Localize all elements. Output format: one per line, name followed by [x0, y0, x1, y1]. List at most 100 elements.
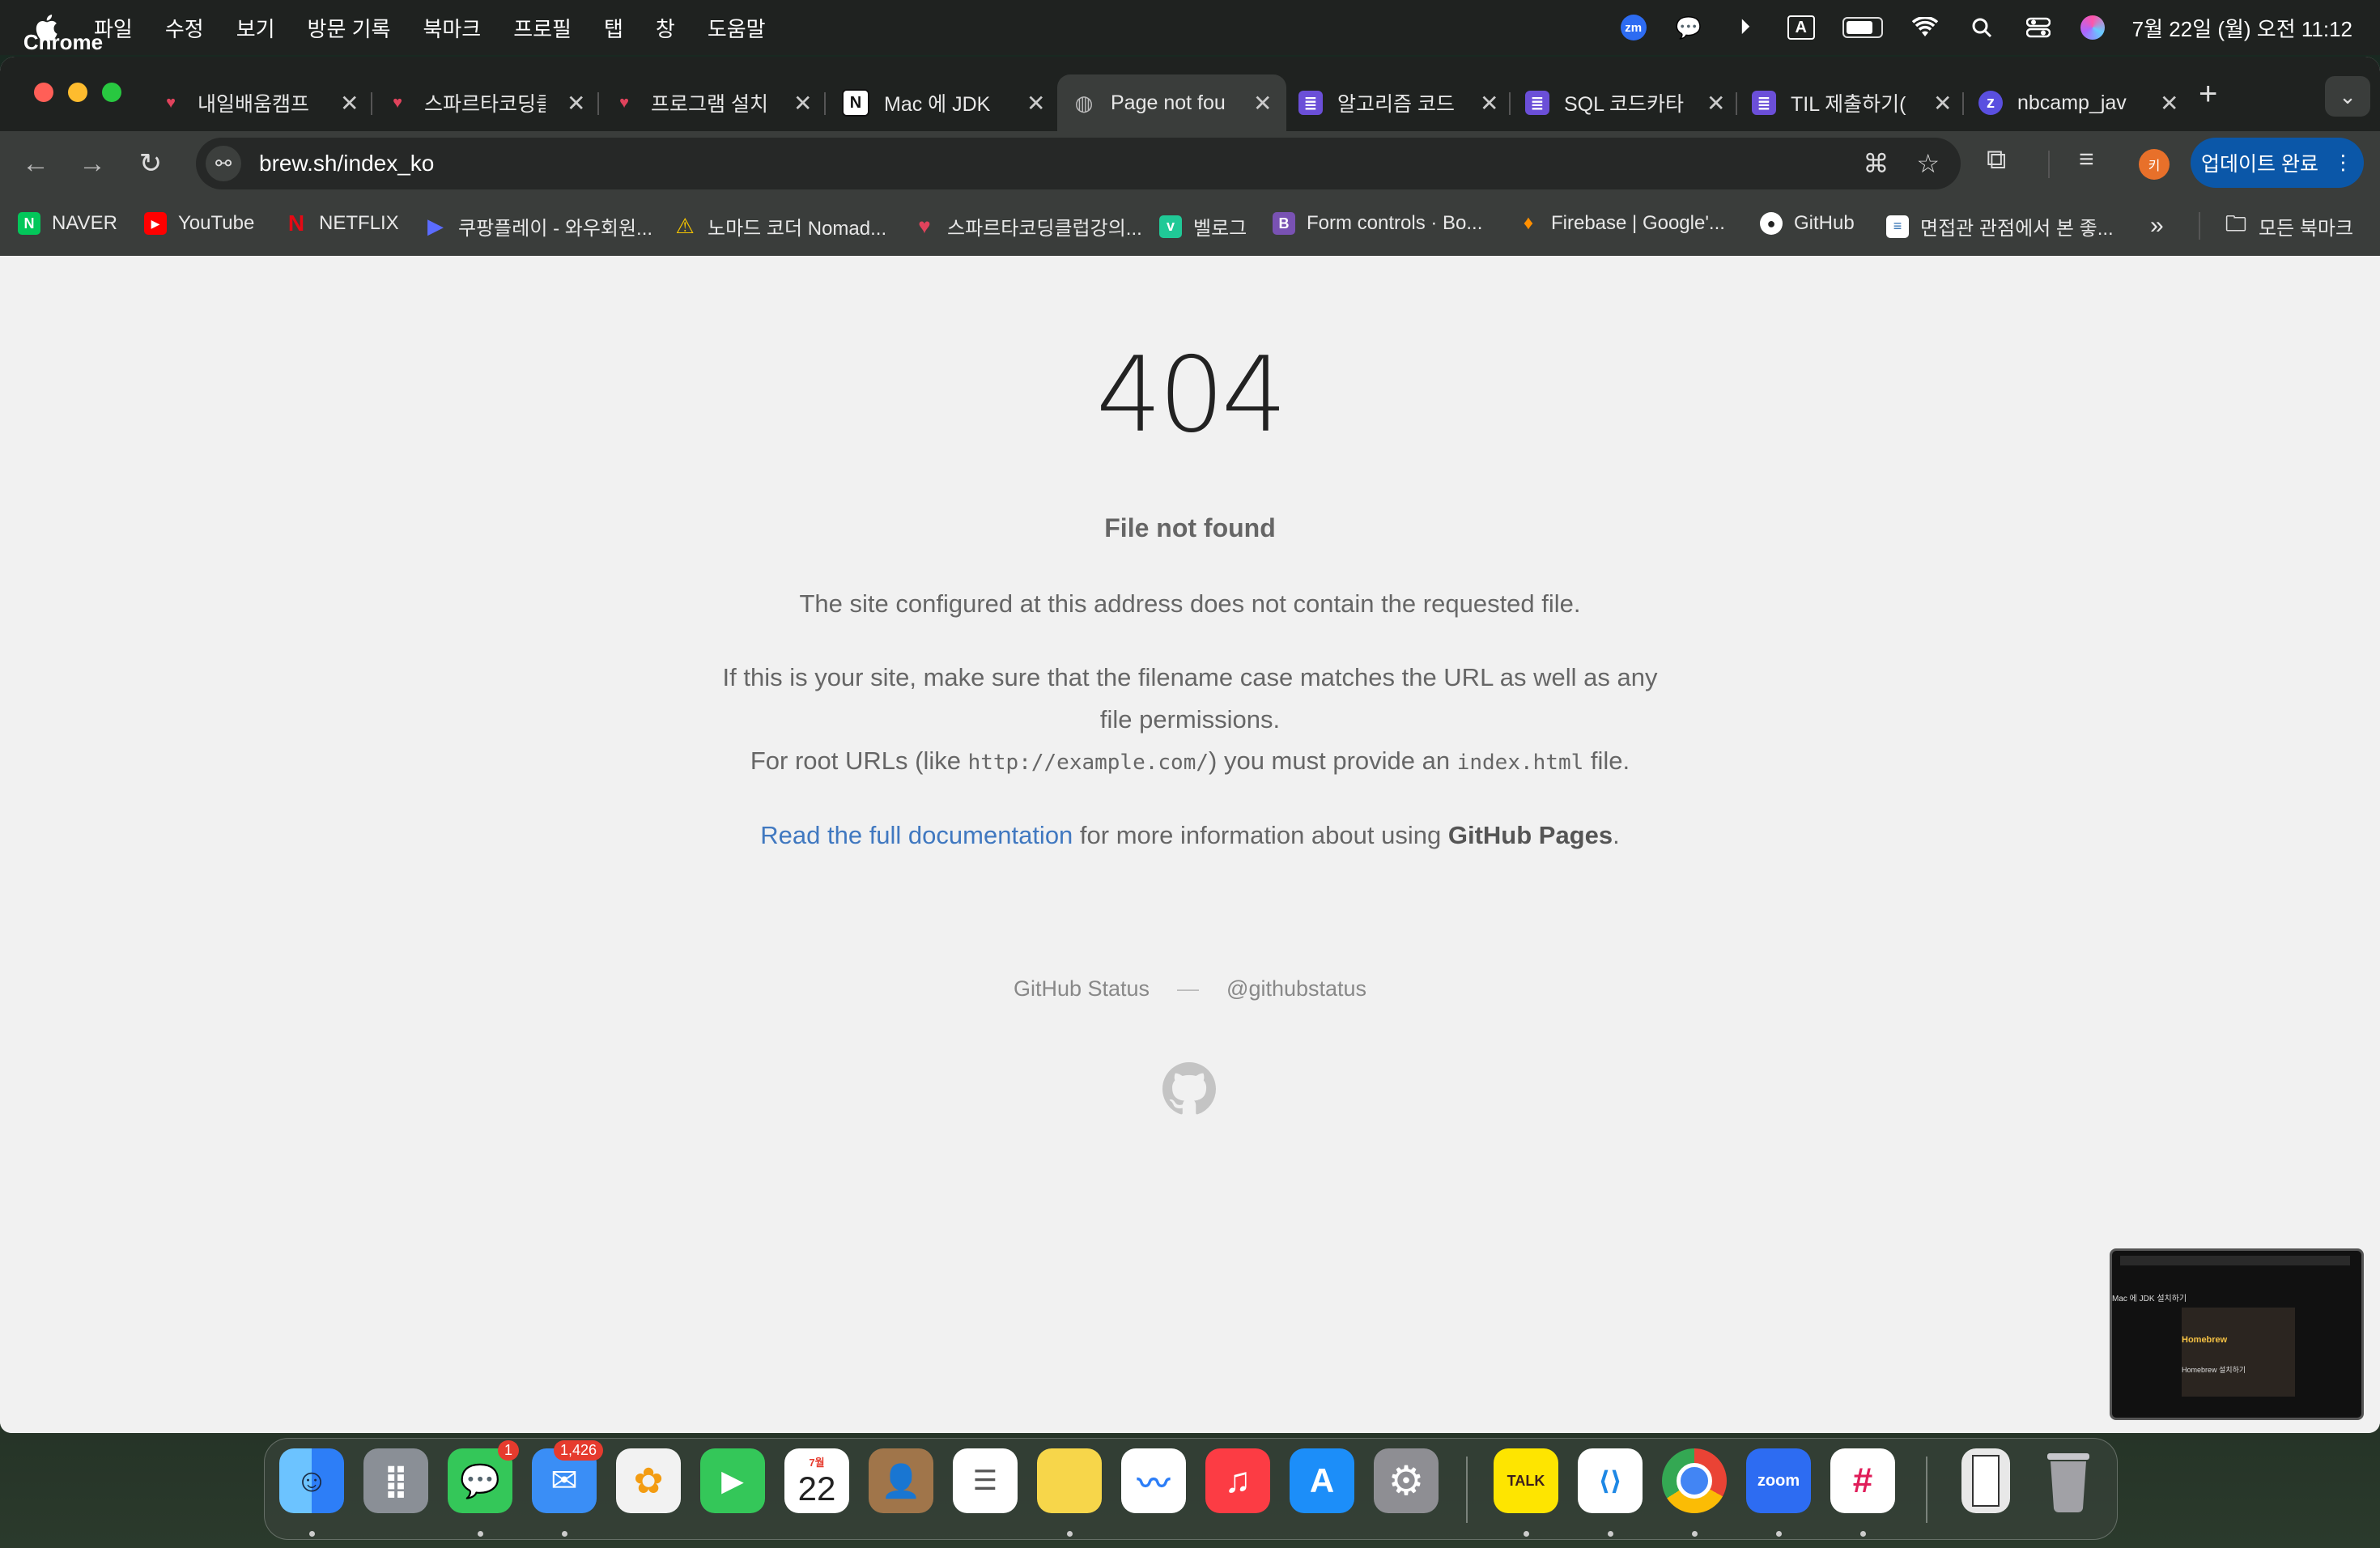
bookmark-nomadcoders[interactable]: ⚠ 노마드 코더 Nomad...	[674, 212, 886, 240]
reload-icon[interactable]: ↻	[130, 142, 172, 185]
bookmark-naver[interactable]: N NAVER	[18, 212, 117, 235]
back-arrow-icon[interactable]: ←	[15, 142, 57, 185]
bookmark-interview[interactable]: ≡ 면접관 관점에서 본 좋...	[1886, 212, 2114, 240]
notes-icon[interactable]	[1037, 1448, 1102, 1513]
documentation-link[interactable]: Read the full documentation	[760, 821, 1073, 849]
bookmark-bootstrap[interactable]: B Form controls · Bo...	[1273, 212, 1482, 235]
minimize-window-button[interactable]	[68, 83, 87, 102]
menu-history[interactable]: 방문 기록	[308, 13, 391, 43]
tab-close-icon[interactable]: ✕	[1253, 90, 1272, 117]
folder-icon: 🗀	[2225, 211, 2246, 236]
tab-item-active[interactable]: ◍ Page not fou ✕	[1057, 74, 1287, 131]
menu-clock[interactable]: 7월 22일 (월) 오전 11:12	[2132, 13, 2352, 43]
chat-status-icon[interactable]: 💬	[1674, 13, 1703, 42]
address-url[interactable]: brew.sh/index_ko	[259, 151, 434, 176]
tab-close-icon[interactable]: ✕	[340, 90, 359, 117]
menu-bookmarks[interactable]: 북마크	[423, 13, 481, 43]
tab-item[interactable]: N Mac 에 JDK ✕	[842, 74, 1045, 131]
address-bar[interactable]: ⚯ brew.sh/index_ko ⌘ ☆	[196, 138, 1961, 189]
bookmark-firebase[interactable]: ♦ Firebase | Google'...	[1517, 212, 1725, 235]
freeform-icon[interactable]: 〰	[1121, 1448, 1186, 1513]
bookmark-velog[interactable]: v 벨로그	[1159, 212, 1247, 240]
menu-tab[interactable]: 탭	[604, 13, 623, 43]
messages-badge: 1	[497, 1440, 519, 1461]
app-store-icon[interactable]: A	[1290, 1448, 1354, 1513]
kakaotalk-icon[interactable]: TALK	[1494, 1448, 1558, 1513]
zoom-window-button[interactable]	[102, 83, 121, 102]
tab-item[interactable]: ≣ TIL 제출하기( ✕	[1752, 74, 1952, 131]
bookmark-github[interactable]: ● GitHub	[1760, 212, 1855, 235]
zoom-status-icon[interactable]: zm	[1620, 15, 1647, 40]
contacts-icon[interactable]: 👤	[869, 1448, 933, 1513]
system-settings-icon[interactable]: ⚙	[1374, 1448, 1439, 1513]
music-icon[interactable]: ♫	[1205, 1448, 1270, 1513]
slack-icon[interactable]: #	[1830, 1448, 1895, 1513]
bookmark-star-icon[interactable]: ☆	[1916, 148, 1940, 179]
tab-search-chevron-icon[interactable]: ⌄	[2325, 76, 2370, 117]
bookmark-coupangplay[interactable]: ▶ 쿠팡플레이 - 와우회원...	[424, 212, 652, 240]
extensions-puzzle-icon[interactable]: ⧉	[1987, 144, 2006, 176]
wifi-icon[interactable]	[1910, 13, 1940, 42]
menu-view[interactable]: 보기	[236, 13, 275, 43]
all-bookmarks-folder[interactable]: 🗀 모든 북마크	[2225, 211, 2353, 240]
trash-icon[interactable]	[2036, 1448, 2101, 1513]
tab-close-icon[interactable]: ✕	[2160, 90, 2178, 117]
menu-edit[interactable]: 수정	[165, 13, 204, 43]
bookmark-netflix[interactable]: N NETFLIX	[285, 211, 399, 236]
screenshot-thumbnail[interactable]: Mac 에 JDK 설치하기 Homebrew Homebrew 설치하기	[2110, 1248, 2364, 1420]
zoom-icon[interactable]: zoom	[1746, 1448, 1811, 1513]
battery-icon[interactable]	[1842, 17, 1883, 38]
calendar-icon[interactable]: 7월 22	[784, 1448, 849, 1513]
tab-divider	[1509, 92, 1511, 115]
launchpad-icon[interactable]: ⣿	[363, 1448, 428, 1513]
bookmark-label: Firebase | Google'...	[1551, 212, 1725, 234]
profile-avatar[interactable]: 키	[2139, 149, 2170, 180]
translate-icon[interactable]: ⌘	[1863, 148, 1889, 179]
bookmarks-overflow-icon[interactable]: »	[2150, 212, 2164, 240]
photos-icon[interactable]: ✿	[616, 1448, 681, 1513]
document-stack-icon[interactable]	[1961, 1448, 2010, 1513]
finder-icon[interactable]: ☺	[279, 1448, 344, 1513]
tab-item[interactable]: ♥ 내일배움캠프 ✕	[159, 74, 359, 131]
octocat-icon[interactable]	[1162, 1062, 1216, 1116]
site-settings-icon[interactable]: ⚯	[206, 146, 241, 181]
messages-icon[interactable]: 💬 1	[448, 1440, 519, 1513]
reminders-icon[interactable]: ☰	[953, 1448, 1018, 1513]
tab-close-icon[interactable]: ✕	[1026, 90, 1045, 117]
tab-close-icon[interactable]: ✕	[793, 90, 812, 117]
control-center-icon[interactable]	[2024, 13, 2053, 42]
tab-item[interactable]: ≣ SQL 코드카타 ✕	[1525, 74, 1725, 131]
new-tab-plus-icon[interactable]: +	[2199, 76, 2217, 113]
bookmark-sparta[interactable]: ♥ 스파르타코딩클럽강의...	[913, 212, 1142, 240]
update-button[interactable]: 업데이트 완료 ⋮	[2191, 138, 2364, 188]
dock-divider	[1466, 1457, 1468, 1523]
spotlight-search-icon[interactable]	[1967, 13, 1996, 42]
siri-icon[interactable]	[2080, 15, 2105, 40]
tab-close-icon[interactable]: ✕	[1480, 90, 1498, 117]
root-url-hint: For root URLs (like http://example.com/)…	[0, 740, 2380, 784]
tab-item[interactable]: ≣ 알고리즘 코드 ✕	[1298, 74, 1498, 131]
facetime-icon[interactable]: ▶	[700, 1448, 765, 1513]
tab-divider	[824, 92, 826, 115]
mail-icon[interactable]: ✉ 1,426	[532, 1440, 603, 1513]
menu-window[interactable]: 창	[656, 13, 675, 43]
close-window-button[interactable]	[34, 83, 53, 102]
tab-close-icon[interactable]: ✕	[567, 90, 585, 117]
tab-close-icon[interactable]: ✕	[1933, 90, 1952, 117]
input-source-icon[interactable]: A	[1787, 15, 1815, 40]
media-controls-icon[interactable]: ≡	[2079, 144, 2094, 174]
chrome-icon[interactable]	[1662, 1448, 1727, 1513]
forward-arrow-icon[interactable]: →	[71, 142, 113, 185]
tab-close-icon[interactable]: ✕	[1706, 90, 1725, 117]
tab-item[interactable]: z nbcamp_jav ✕	[1978, 74, 2178, 131]
bookmark-youtube[interactable]: ▶ YouTube	[144, 212, 254, 235]
play-status-icon[interactable]: ⏵	[1731, 13, 1760, 42]
tab-item[interactable]: ♥ 스파르타코딩클 ✕	[385, 74, 585, 131]
vscode-icon[interactable]: ⟨⟩	[1578, 1448, 1643, 1513]
menu-help[interactable]: 도움말	[708, 13, 766, 43]
githubstatus-twitter-link[interactable]: @githubstatus	[1226, 976, 1366, 1002]
tab-title: Mac 에 JDK	[884, 93, 991, 116]
github-status-link[interactable]: GitHub Status	[1014, 976, 1150, 1002]
menu-profiles[interactable]: 프로필	[513, 13, 572, 43]
tab-item[interactable]: ♥ 프로그램 설치 ✕	[612, 74, 812, 131]
